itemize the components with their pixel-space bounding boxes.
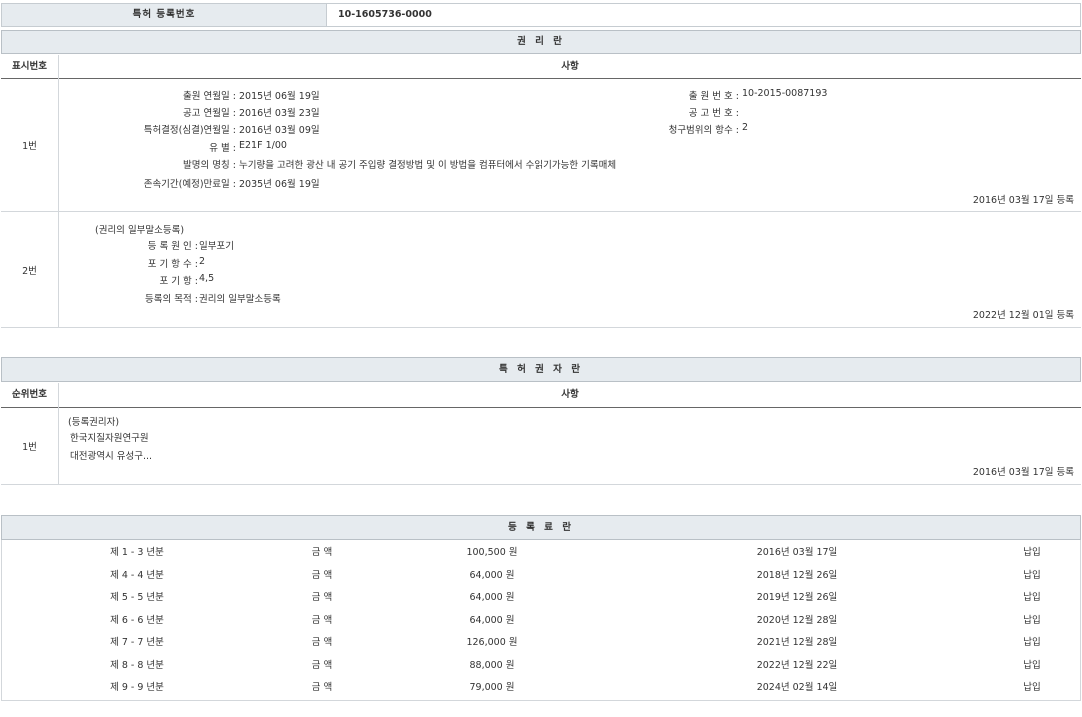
fee-row: 제 4 - 4 년분 금 액 64,000 원 2018년 12월 26일 납입 [2, 565, 1080, 588]
rights-bottom-border [1, 327, 1081, 328]
fee-status: 납입 [987, 610, 1077, 633]
patent-reg-bar: 특허 등록번호 10-1605736-0000 [1, 3, 1081, 27]
pub-date-value: 2016년 03월 23일 [239, 105, 320, 119]
expiry-value: 2035년 06월 19일 [239, 176, 320, 190]
holders-row1-no: 1번 [1, 439, 58, 453]
class-value: E21F 1/00 [239, 140, 287, 151]
fee-status: 납입 [987, 655, 1077, 678]
fee-amount: 79,000 원 [422, 677, 562, 700]
fee-paid-date: 2022년 12월 22일 [717, 655, 877, 678]
fee-paid-date: 2021년 12월 28일 [717, 632, 877, 655]
fee-period: 제 4 - 4 년분 [62, 565, 212, 588]
fee-row: 제 1 - 3 년분 금 액 100,500 원 2016년 03월 17일 납입 [2, 542, 1080, 565]
fee-amount: 64,000 원 [422, 587, 562, 610]
fee-amount-label: 금 액 [262, 587, 382, 610]
holder-name: 한국지질자원연구원 [70, 430, 149, 444]
claims-count-label: 청구범위의 항수 : [669, 122, 739, 136]
holders-bottom-border [1, 484, 1081, 485]
patent-reg-value: 10-1605736-0000 [338, 4, 432, 26]
reg-purpose-value: 권리의 일부말소등록 [199, 291, 281, 305]
fee-paid-date: 2020년 12월 28일 [717, 610, 877, 633]
reg-cause-label: 등 록 원 인 : [148, 238, 198, 252]
waiver-items-value: 4,5 [199, 273, 214, 284]
reg-purpose-label: 등록의 목적 : [145, 291, 198, 305]
holders-title: 특 허 권 자 란 [1, 357, 1081, 382]
fee-amount: 126,000 원 [422, 632, 562, 655]
fee-row: 제 5 - 5 년분 금 액 64,000 원 2019년 12월 26일 납입 [2, 587, 1080, 610]
fee-row: 제 7 - 7 년분 금 액 126,000 원 2021년 12월 28일 납입 [2, 632, 1080, 655]
invention-title-label: 발명의 명칭 : [183, 157, 236, 171]
pub-date-label: 공고 연월일 : [183, 105, 236, 119]
fee-status: 납입 [987, 677, 1077, 700]
fee-amount-label: 금 액 [262, 632, 382, 655]
waiver-items-label: 포 기 항 : [160, 273, 198, 287]
fee-status: 납입 [987, 542, 1077, 565]
decision-date-label: 특허결정(심결)연월일 : [144, 122, 236, 136]
fee-period: 제 6 - 6 년분 [62, 610, 212, 633]
reg-cause-value: 일부포기 [199, 238, 234, 252]
rights-row-divider [1, 211, 1081, 212]
claims-count-value: 2 [742, 122, 748, 133]
fee-amount-label: 금 액 [262, 565, 382, 588]
fee-row: 제 9 - 9 년분 금 액 79,000 원 2024년 02월 14일 납입 [2, 677, 1080, 700]
rights-row1-reg-date: 2016년 03월 17일 등록 [973, 192, 1074, 206]
rights-col-divider [58, 55, 59, 328]
fee-amount-label: 금 액 [262, 610, 382, 633]
rights-col-no: 표시번호 [1, 55, 58, 79]
app-no-label: 출 원 번 호 : [689, 88, 739, 102]
fee-amount: 64,000 원 [422, 565, 562, 588]
fee-amount-label: 금 액 [262, 655, 382, 678]
rights-row2-reg-date: 2022년 12월 01일 등록 [973, 307, 1074, 321]
fee-amount: 100,500 원 [422, 542, 562, 565]
holder-address: 대전광역시 유성구... [70, 448, 152, 462]
fee-paid-date: 2019년 12월 26일 [717, 587, 877, 610]
fee-amount: 64,000 원 [422, 610, 562, 633]
fee-amount-label: 금 액 [262, 542, 382, 565]
class-label: 유 별 : [209, 140, 236, 154]
fee-row: 제 6 - 6 년분 금 액 64,000 원 2020년 12월 28일 납입 [2, 610, 1080, 633]
patent-reg-label: 특허 등록번호 [2, 4, 327, 26]
pub-no-label: 공 고 번 호 : [689, 105, 739, 119]
fee-period: 제 8 - 8 년분 [62, 655, 212, 678]
fee-period: 제 1 - 3 년분 [62, 542, 212, 565]
holders-col-matter: 사항 [59, 383, 1081, 408]
fee-period: 제 7 - 7 년분 [62, 632, 212, 655]
fees-title: 등 록 료 란 [1, 515, 1081, 540]
fee-paid-date: 2016년 03월 17일 [717, 542, 877, 565]
holders-col-no: 순위번호 [1, 383, 58, 408]
fee-paid-date: 2018년 12월 26일 [717, 565, 877, 588]
invention-title-value: 누기량을 고려한 광산 내 공기 주입량 결정방법 및 이 방법을 컴퓨터에서 … [239, 157, 616, 171]
fee-amount: 88,000 원 [422, 655, 562, 678]
fee-status: 납입 [987, 632, 1077, 655]
fee-amount-label: 금 액 [262, 677, 382, 700]
waiver-count-value: 2 [199, 256, 205, 267]
app-no-value: 10-2015-0087193 [742, 88, 827, 99]
holders-row1-reg-date: 2016년 03월 17일 등록 [973, 464, 1074, 478]
rights-col-matter: 사항 [59, 55, 1081, 79]
waiver-count-label: 포 기 항 수 : [148, 256, 198, 270]
rights-row2-no: 2번 [1, 263, 58, 277]
rights-title: 권 리 란 [1, 30, 1081, 54]
fee-status: 납입 [987, 565, 1077, 588]
app-date-label: 출원 연월일 : [183, 88, 236, 102]
fee-status: 납입 [987, 587, 1077, 610]
fee-paid-date: 2024년 02월 14일 [717, 677, 877, 700]
expiry-label: 존속기간(예정)만료일 : [144, 176, 236, 190]
fee-row: 제 8 - 8 년분 금 액 88,000 원 2022년 12월 22일 납입 [2, 655, 1080, 678]
holders-col-divider [58, 383, 59, 484]
fee-period: 제 5 - 5 년분 [62, 587, 212, 610]
partial-cancel-heading: (권리의 일부말소등록) [95, 222, 184, 236]
decision-date-value: 2016년 03월 09일 [239, 122, 320, 136]
fees-table: 제 1 - 3 년분금 액100,500 원2016년 03월 17일납입제 4… [1, 540, 1081, 701]
rights-row1-no: 1번 [1, 138, 58, 152]
holder-heading: (등록권리자) [68, 414, 119, 428]
fee-period: 제 9 - 9 년분 [62, 677, 212, 700]
app-date-value: 2015년 06월 19일 [239, 88, 320, 102]
